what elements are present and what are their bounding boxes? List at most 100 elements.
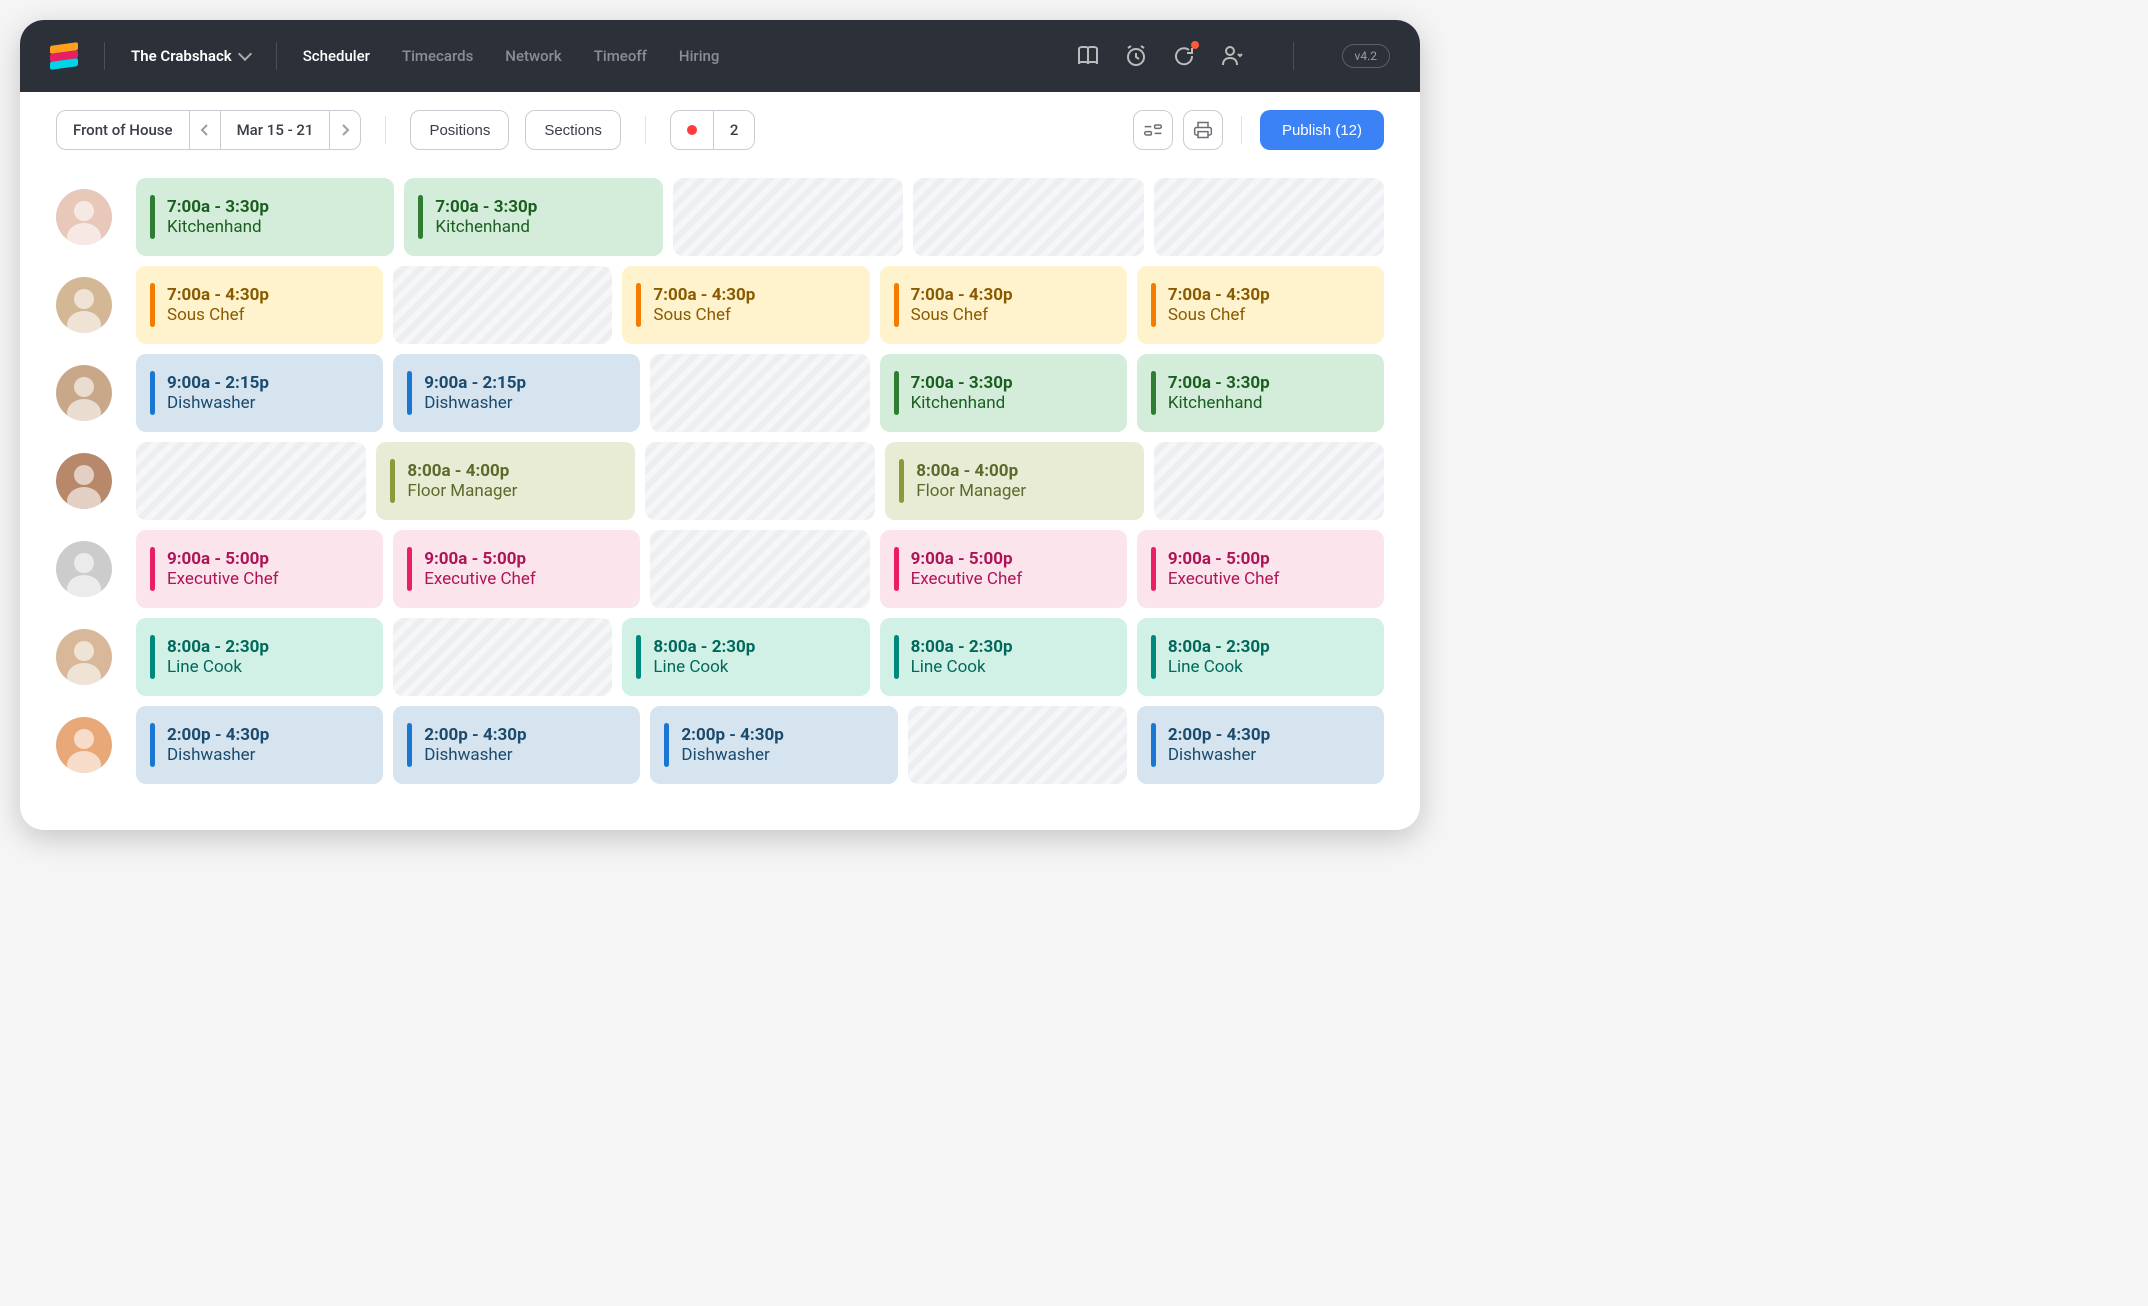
shift-role: Sous Chef [653, 305, 755, 325]
empty-slot[interactable] [136, 442, 366, 520]
shift-card[interactable]: 7:00a - 3:30p Kitchenhand [136, 178, 394, 256]
version-badge: v4.2 [1342, 44, 1390, 68]
user-icon[interactable] [1219, 43, 1245, 69]
alarm-icon[interactable] [1123, 43, 1149, 69]
empty-slot[interactable] [1154, 442, 1384, 520]
row-cells: 7:00a - 3:30p Kitchenhand 7:00a - 3:30p … [136, 178, 1384, 256]
shift-color-bar [894, 635, 899, 679]
shift-card[interactable]: 2:00p - 4:30p Dishwasher [650, 706, 897, 784]
shift-role: Kitchenhand [911, 393, 1013, 413]
shift-text: 7:00a - 4:30p Sous Chef [167, 285, 269, 325]
employee-avatar[interactable] [56, 453, 112, 509]
shift-text: 9:00a - 2:15p Dishwasher [167, 373, 269, 413]
publish-button[interactable]: Publish (12) [1260, 110, 1384, 150]
shift-color-bar [150, 283, 155, 327]
empty-slot[interactable] [393, 618, 612, 696]
nav-timeoff[interactable]: Timeoff [594, 47, 647, 65]
shift-color-bar [636, 283, 641, 327]
empty-slot[interactable] [673, 178, 903, 256]
empty-slot[interactable] [645, 442, 875, 520]
refresh-icon[interactable] [1171, 43, 1197, 69]
shift-card[interactable]: 7:00a - 4:30p Sous Chef [1137, 266, 1384, 344]
nav-scheduler[interactable]: Scheduler [303, 47, 370, 65]
shift-role: Executive Chef [911, 569, 1023, 589]
shift-card[interactable]: 2:00p - 4:30p Dishwasher [1137, 706, 1384, 784]
employee-avatar[interactable] [56, 365, 112, 421]
shift-card[interactable]: 2:00p - 4:30p Dishwasher [136, 706, 383, 784]
shift-card[interactable]: 8:00a - 2:30p Line Cook [136, 618, 383, 696]
shift-text: 7:00a - 3:30p Kitchenhand [435, 197, 537, 237]
settings-button[interactable] [1133, 110, 1173, 150]
shift-time: 7:00a - 3:30p [1168, 373, 1270, 393]
shift-text: 8:00a - 2:30p Line Cook [167, 637, 269, 677]
view-selector[interactable]: Front of House [57, 111, 189, 149]
location-selector[interactable]: The Crabshack [131, 47, 250, 65]
shift-card[interactable]: 7:00a - 3:30p Kitchenhand [880, 354, 1127, 432]
sections-button[interactable]: Sections [525, 110, 621, 150]
shift-role: Sous Chef [167, 305, 269, 325]
shift-text: 2:00p - 4:30p Dishwasher [424, 725, 526, 765]
employee-avatar[interactable] [56, 189, 112, 245]
shift-role: Dishwasher [424, 745, 526, 765]
shift-card[interactable]: 8:00a - 2:30p Line Cook [1137, 618, 1384, 696]
divider [385, 116, 386, 144]
shift-card[interactable]: 8:00a - 4:00p Floor Manager [885, 442, 1143, 520]
shift-text: 9:00a - 5:00p Executive Chef [911, 549, 1023, 589]
empty-slot[interactable] [908, 706, 1127, 784]
row-cells: 9:00a - 2:15p Dishwasher 9:00a - 2:15p D… [136, 354, 1384, 432]
shift-color-bar [390, 459, 395, 503]
positions-button[interactable]: Positions [410, 110, 509, 150]
shift-card[interactable]: 7:00a - 4:30p Sous Chef [136, 266, 383, 344]
shift-time: 7:00a - 4:30p [911, 285, 1013, 305]
shift-color-bar [636, 635, 641, 679]
notification-dot [1191, 41, 1199, 49]
issues-indicator[interactable]: 2 [670, 110, 756, 150]
row-cells: 7:00a - 4:30p Sous Chef 7:00a - 4:30p So… [136, 266, 1384, 344]
empty-slot[interactable] [650, 530, 869, 608]
shift-card[interactable]: 8:00a - 2:30p Line Cook [880, 618, 1127, 696]
shift-time: 9:00a - 5:00p [167, 549, 279, 569]
shift-card[interactable]: 9:00a - 2:15p Dishwasher [136, 354, 383, 432]
shift-role: Kitchenhand [1168, 393, 1270, 413]
shift-time: 2:00p - 4:30p [167, 725, 269, 745]
book-icon[interactable] [1075, 43, 1101, 69]
shift-card[interactable]: 9:00a - 5:00p Executive Chef [393, 530, 640, 608]
schedule-row: 9:00a - 2:15p Dishwasher 9:00a - 2:15p D… [56, 354, 1384, 432]
shift-card[interactable]: 9:00a - 2:15p Dishwasher [393, 354, 640, 432]
empty-slot[interactable] [1154, 178, 1384, 256]
shift-time: 7:00a - 3:30p [911, 373, 1013, 393]
shift-card[interactable]: 9:00a - 5:00p Executive Chef [1137, 530, 1384, 608]
employee-avatar[interactable] [56, 277, 112, 333]
date-range[interactable]: Mar 15 - 21 [220, 111, 330, 149]
shift-role: Line Cook [1168, 657, 1270, 677]
shift-card[interactable]: 8:00a - 4:00p Floor Manager [376, 442, 634, 520]
shift-card[interactable]: 8:00a - 2:30p Line Cook [622, 618, 869, 696]
employee-avatar[interactable] [56, 717, 112, 773]
shift-card[interactable]: 7:00a - 4:30p Sous Chef [622, 266, 869, 344]
shift-card[interactable]: 7:00a - 3:30p Kitchenhand [1137, 354, 1384, 432]
shift-text: 8:00a - 2:30p Line Cook [653, 637, 755, 677]
shift-card[interactable]: 7:00a - 4:30p Sous Chef [880, 266, 1127, 344]
shift-color-bar [1151, 635, 1156, 679]
nav-network[interactable]: Network [505, 47, 561, 65]
shift-text: 7:00a - 4:30p Sous Chef [653, 285, 755, 325]
shift-text: 2:00p - 4:30p Dishwasher [681, 725, 783, 765]
shift-text: 7:00a - 3:30p Kitchenhand [1168, 373, 1270, 413]
print-button[interactable] [1183, 110, 1223, 150]
shift-card[interactable]: 7:00a - 3:30p Kitchenhand [404, 178, 662, 256]
employee-avatar[interactable] [56, 541, 112, 597]
divider [1241, 116, 1242, 144]
employee-avatar[interactable] [56, 629, 112, 685]
empty-slot[interactable] [650, 354, 869, 432]
nav-hiring[interactable]: Hiring [679, 47, 719, 65]
row-cells: 8:00a - 4:00p Floor Manager 8:00a - 4:00… [136, 442, 1384, 520]
shift-card[interactable]: 9:00a - 5:00p Executive Chef [136, 530, 383, 608]
shift-color-bar [664, 723, 669, 767]
shift-card[interactable]: 2:00p - 4:30p Dishwasher [393, 706, 640, 784]
empty-slot[interactable] [913, 178, 1143, 256]
next-week-button[interactable] [329, 111, 360, 149]
shift-card[interactable]: 9:00a - 5:00p Executive Chef [880, 530, 1127, 608]
nav-timecards[interactable]: Timecards [402, 47, 473, 65]
empty-slot[interactable] [393, 266, 612, 344]
prev-week-button[interactable] [189, 111, 220, 149]
